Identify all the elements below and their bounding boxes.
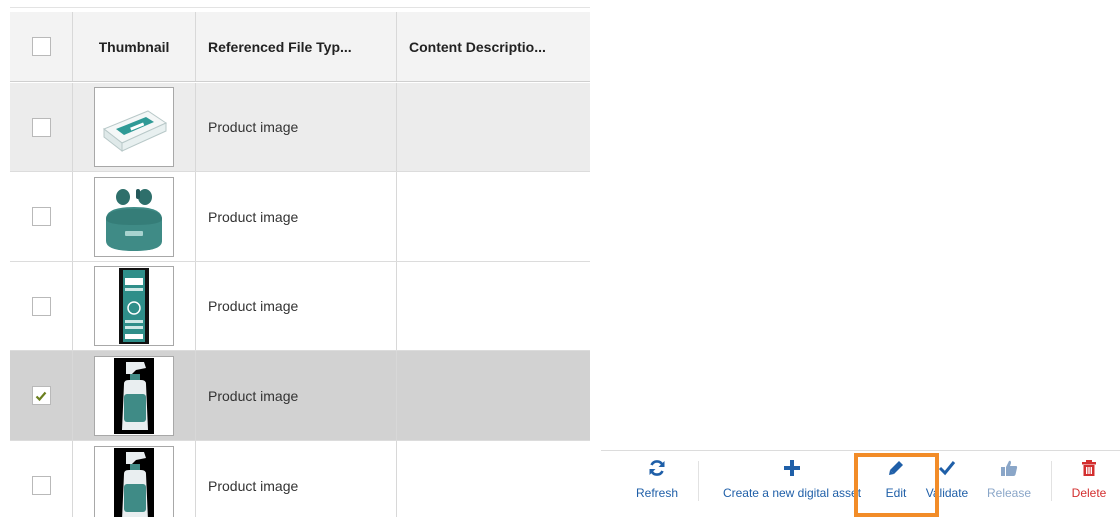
column-header-thumbnail-label: Thumbnail — [98, 38, 170, 55]
trash-icon — [1077, 456, 1101, 480]
row-checkbox[interactable] — [31, 476, 51, 495]
pencil-icon — [884, 456, 908, 480]
thumbnail-cell — [73, 172, 196, 261]
column-header-thumbnail[interactable]: Thumbnail — [73, 12, 196, 81]
column-header-file-type-label: Referenced File Typ... — [208, 38, 352, 55]
file-type-text: Product image — [208, 119, 299, 135]
release-button[interactable]: Release — [982, 456, 1036, 511]
edit-button[interactable]: Edit — [878, 456, 914, 511]
release-label: Release — [986, 486, 1032, 500]
toolbar-separator — [1051, 461, 1052, 501]
refresh-label: Refresh — [635, 486, 679, 500]
file-type-text: Product image — [208, 477, 299, 494]
row-checkbox-checked[interactable] — [31, 386, 51, 405]
header-select-all-cell — [10, 12, 73, 81]
thumbnail-cell — [73, 262, 196, 350]
file-type-cell: Product image — [196, 172, 397, 261]
table-row[interactable]: Product image — [10, 83, 590, 172]
earbuds-case-thumbnail[interactable] — [94, 176, 174, 257]
box-product-thumbnail[interactable] — [94, 87, 174, 167]
create-digital-asset-button[interactable]: Create a new digital asset — [713, 456, 871, 511]
plus-icon — [780, 456, 804, 480]
content-description-cell — [397, 83, 590, 171]
toolbar-separator — [698, 461, 699, 501]
grid-header-row: Thumbnail Referenced File Typ... Content… — [10, 12, 590, 82]
delete-label: Delete — [1071, 486, 1107, 500]
file-type-text: Product image — [208, 387, 299, 404]
content-description-cell — [397, 262, 590, 350]
spray-bottle-thumbnail[interactable] — [94, 445, 174, 517]
spray-bottle-thumbnail[interactable] — [94, 355, 174, 436]
row-checkbox[interactable] — [31, 296, 51, 316]
file-type-cell: Product image — [196, 351, 397, 440]
edit-label: Edit — [885, 486, 907, 500]
action-toolbar: Refresh Create a new digital asset Edit … — [601, 450, 1120, 517]
file-type-text: Product image — [208, 208, 299, 225]
thumbnail-cell — [73, 441, 196, 517]
create-digital-asset-label: Create a new digital asset — [722, 486, 862, 500]
refresh-icon — [645, 456, 669, 480]
thumbnail-cell — [73, 83, 196, 171]
refresh-button[interactable]: Refresh — [621, 456, 693, 511]
file-type-text: Product image — [208, 298, 299, 314]
validate-label: Validate — [925, 486, 969, 500]
row-checkbox[interactable] — [31, 207, 51, 226]
row-select-cell — [10, 83, 73, 171]
content-description-cell — [397, 172, 590, 261]
select-all-checkbox[interactable] — [31, 37, 51, 56]
column-header-file-type[interactable]: Referenced File Typ... — [196, 12, 397, 81]
asset-grid: Thumbnail Referenced File Typ... Content… — [10, 7, 590, 517]
column-header-content-description[interactable]: Content Descriptio... — [397, 12, 590, 81]
content-description-cell — [397, 351, 590, 440]
checkmark-icon — [35, 391, 47, 401]
row-select-cell — [10, 351, 73, 440]
row-select-cell — [10, 262, 73, 350]
tall-box-thumbnail[interactable] — [94, 266, 174, 346]
table-row[interactable]: Product image — [10, 172, 590, 262]
delete-button[interactable]: Delete — [1063, 456, 1115, 511]
file-type-cell: Product image — [196, 83, 397, 171]
validate-button[interactable]: Validate — [919, 456, 975, 511]
file-type-cell: Product image — [196, 262, 397, 350]
table-row[interactable]: Product image — [10, 441, 590, 517]
thumbnail-cell — [73, 351, 196, 440]
row-select-cell — [10, 441, 73, 517]
column-header-content-description-label: Content Descriptio... — [409, 38, 546, 55]
content-description-cell — [397, 441, 590, 517]
row-checkbox[interactable] — [31, 117, 51, 137]
row-select-cell — [10, 172, 73, 261]
table-row-selected[interactable]: Product image — [10, 351, 590, 441]
table-row[interactable]: Product image — [10, 262, 590, 351]
thumbs-up-icon — [997, 456, 1021, 480]
checkmark-icon — [935, 456, 959, 480]
file-type-cell: Product image — [196, 441, 397, 517]
